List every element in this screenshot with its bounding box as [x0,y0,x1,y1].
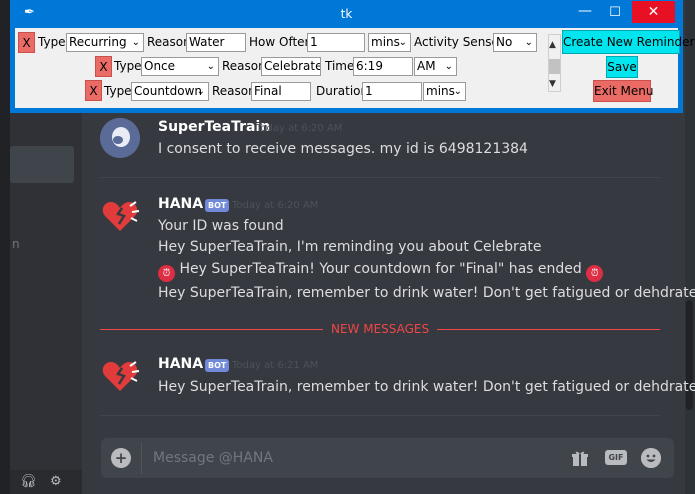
message-timestamp: Today at 6:21 AM [232,360,319,371]
gift-icon[interactable] [571,449,589,471]
message-input[interactable]: Message @HANA [153,450,273,466]
message-author[interactable]: SuperTeaTrain [158,119,270,135]
chevron-down-icon: ⌄ [398,37,407,48]
type-label: Type [104,84,132,98]
duration-label: Duration [316,84,369,98]
type-select[interactable]: Recurring ⌄ [66,33,144,52]
tk-window: ✒︎ tk — ☐ ✕ X Type Recurring ⌄ Reason Wa… [10,0,694,113]
reason-field[interactable]: Water [186,33,246,52]
time-label: Time [325,59,355,73]
chevron-down-icon: ⌄ [453,86,462,97]
activity-sensor-label: Activity Sensor [414,35,504,49]
chevron-down-icon: ⌄ [524,37,533,48]
scroll-up-icon[interactable]: ▲ [549,40,556,50]
message-divider [100,177,660,178]
remove-reminder-button[interactable]: X [95,56,112,77]
gif-icon[interactable]: GIF [605,450,627,465]
message-text: Hey SuperTeaTrain, I'm reminding you abo… [158,239,542,255]
message-divider [100,415,660,416]
chevron-down-icon: ⌄ [206,61,215,72]
type-select-value: Once [144,59,176,73]
unit-select[interactable]: mins ⌄ [423,82,466,101]
chevron-down-icon: ⌄ [444,61,453,72]
message-text: Hey SuperTeaTrain! Your countdown for "F… [179,261,582,277]
add-attachment-icon[interactable]: + [111,448,131,468]
create-reminder-button[interactable]: Create New Reminder [562,30,694,54]
remove-reminder-button[interactable]: X [18,32,35,53]
settings-icon[interactable]: ⚙︎ [50,474,62,489]
selected-channel[interactable] [10,146,74,183]
avatar[interactable] [100,196,140,236]
tk-titlebar[interactable]: ✒︎ tk — ☐ ✕ [10,0,683,28]
bot-badge: BOT [205,199,230,212]
message-timestamp: Today at 6:20 AM [256,123,343,134]
type-label: Type [114,59,142,73]
unit-select-value: mins [426,84,455,98]
activity-sensor-value: No [496,35,513,49]
channel-label-fragment: n [12,237,20,251]
alarm-clock-icon: ⏰︎ [158,265,175,282]
reminder-list-scroll-thumb[interactable] [549,59,560,74]
new-messages-line [100,329,323,330]
reason-field[interactable]: Celebrate [261,57,321,76]
ampm-select-value: AM [417,59,436,73]
new-messages-line [437,329,660,330]
emoji-icon[interactable] [641,448,661,468]
avatar[interactable] [100,118,140,158]
message-author[interactable]: HANA [158,356,203,372]
bot-badge: BOT [205,359,230,372]
avatar[interactable] [100,356,140,396]
reason-label: Reason [212,84,256,98]
composer-separator [141,442,142,474]
how-often-field[interactable]: 1 [307,33,365,52]
duration-field[interactable]: 1 [362,82,422,101]
message-text: Hey SuperTeaTrain, remember to drink wat… [158,285,695,301]
reason-label: Reason [147,35,191,49]
server-rail [0,0,10,494]
unit-select-value: mins [371,35,400,49]
message-text: Your ID was found [158,218,284,234]
type-select-value: Recurring [69,35,127,49]
type-select[interactable]: Countdown ⌄ [131,82,209,101]
activity-sensor-select[interactable]: No ⌄ [493,33,537,52]
save-button[interactable]: Save [606,56,638,78]
message-text: I consent to receive messages. my id is … [158,141,528,157]
reason-field[interactable]: Final [251,82,311,101]
remove-reminder-button[interactable]: X [85,80,102,101]
close-button[interactable]: ✕ [632,1,675,23]
type-select-value: Countdown [134,84,203,98]
message-line: ⏰︎ Hey SuperTeaTrain! Your countdown for… [158,261,604,282]
type-label: Type [38,35,66,49]
minimize-button[interactable]: — [570,0,600,28]
chevron-down-icon: ⌄ [196,86,205,97]
exit-menu-button[interactable]: Exit Menu [593,80,653,102]
chevron-down-icon: ⌄ [131,37,140,48]
message-text: Hey SuperTeaTrain, remember to drink wat… [158,379,695,395]
chat-scrollbar-track[interactable] [685,0,695,494]
alarm-clock-icon: ⏰︎ [586,265,604,282]
headphones-icon[interactable]: 🎧︎ [20,474,37,489]
message-author[interactable]: HANA [158,196,203,212]
maximize-button[interactable]: ☐ [600,0,630,28]
reason-label: Reason [222,59,266,73]
scroll-down-icon[interactable]: ▼ [549,79,556,89]
how-often-label: How Often [249,35,313,49]
type-select[interactable]: Once ⌄ [141,57,219,76]
unit-select[interactable]: mins ⌄ [368,33,411,52]
new-messages-label: NEW MESSAGES [331,322,430,336]
ampm-select[interactable]: AM ⌄ [414,57,457,76]
message-timestamp: Today at 6:20 AM [232,200,319,211]
time-field[interactable]: 6:19 [353,57,413,76]
